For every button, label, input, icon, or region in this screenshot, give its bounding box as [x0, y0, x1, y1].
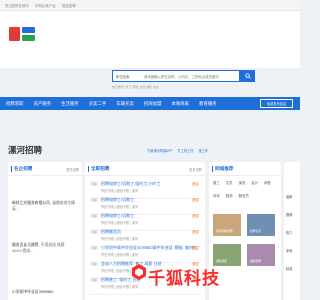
download-app-link[interactable]: 下载漯河同城APP — [147, 148, 173, 153]
tag-item[interactable]: 司机 — [213, 193, 220, 198]
page-title: 漯河招聘 — [8, 145, 43, 155]
tag-cloud: 普工 文员 保安 会计 销售 司机 厨师 服务员 — [213, 180, 277, 198]
nav-item-housing[interactable]: 房产服务 — [34, 101, 52, 107]
side-item[interactable]: 最新 — [286, 194, 292, 199]
job-salary: 面议 — [192, 230, 199, 234]
thumbnail[interactable]: 招聘信息 — [247, 214, 275, 236]
job-meta: 学历不限 | 经验不限 | 漯河 — [101, 253, 139, 257]
side-panel: 最新 推荐 热门 本地 精选 — [284, 162, 300, 300]
more-link[interactable]: 更多招聘 — [66, 167, 79, 172]
panel-title: 名企招聘 — [11, 166, 32, 172]
nav-item-vehicles[interactable]: 车辆买卖 — [116, 101, 134, 107]
job-meta: 学历不限 | 经验不限 | 漯河 — [101, 205, 139, 209]
famous-company-panel: 名企招聘 更多招聘 新扶之光服务有限公司, 诚邀各岗位精英... 服务员女马路等… — [8, 162, 82, 300]
header — [0, 11, 300, 68]
watermark-logo-icon — [132, 264, 146, 280]
search-icon — [244, 73, 251, 79]
top-link-3[interactable]: 推送招聘 — [62, 3, 76, 8]
item-name: 新扶之光服务有限公司, — [12, 201, 52, 205]
list-item[interactable]: 小学初中毕业证3099560 — [12, 289, 78, 295]
thumbnail-caption: 漯河同城招聘 — [216, 229, 233, 233]
job-meta: 学历不限 | 经验不限 | 漯河 — [101, 221, 139, 225]
job-badge: 全职 — [90, 261, 98, 266]
thumbnail-caption: 招聘信息 — [250, 229, 262, 233]
top-links: 您当前所在城市 不同区域/产业 推送招聘 — [5, 3, 76, 8]
thumbnail[interactable]: 求职简历 — [213, 244, 241, 266]
search-box: 职位检索 — [112, 70, 240, 82]
job-title[interactable]: 招聘电焊工/切割工 — [101, 197, 134, 203]
job-meta: 学历不限 | 经验不限 | 漯河 — [101, 285, 139, 289]
job-badge: 全职 — [90, 197, 98, 202]
job-salary: 面议 — [192, 198, 199, 202]
top-bar: 您当前所在城市 不同区域/产业 推送招聘 — [0, 0, 300, 11]
sub-bar — [0, 110, 300, 135]
list-item[interactable]: 新扶之光服务有限公司, 诚邀各岗位精英... — [12, 200, 78, 212]
job-badge: 全职 — [90, 229, 98, 234]
thumbnail-caption: 兼职招聘 — [250, 259, 262, 263]
top-link-1[interactable]: 您当前所在城市 — [5, 3, 29, 8]
nav-item-education[interactable]: 教育服务 — [199, 101, 217, 107]
job-badge: 全职 — [90, 277, 98, 282]
search-type-select[interactable]: 职位检索 — [116, 74, 130, 79]
job-title[interactable]: 招聘电焊工/切割工 — [101, 213, 134, 219]
job-salary: 面议 — [192, 214, 199, 218]
tag-item[interactable]: 销售 — [264, 180, 271, 185]
search-button[interactable] — [240, 70, 255, 82]
job-badge: 全职 — [90, 181, 98, 186]
side-item[interactable]: 精选 — [286, 266, 292, 271]
job-badge: 全职 — [90, 213, 98, 218]
nav-item-merchants[interactable]: 本地商家 — [171, 101, 189, 107]
list-item[interactable]: 服务员女马路等, 不用加班,底薪4000+提成... — [12, 242, 78, 254]
watermark-text: 千狐科技 — [148, 269, 220, 288]
tag-item[interactable]: 会计 — [251, 180, 258, 185]
thumbnail-caption: 求职简历 — [216, 259, 228, 263]
nav-item-life[interactable]: 生活服务 — [61, 101, 79, 107]
logo-icon — [9, 27, 35, 41]
tag-item[interactable]: 服务员 — [239, 193, 249, 198]
job-title[interactable]: 招聘电焊工/切割工,临时工/小时工 — [101, 181, 160, 187]
job-search-link[interactable]: 找工作 — [198, 148, 208, 153]
side-item[interactable]: 推荐 — [286, 212, 292, 217]
tag-item[interactable]: 普工 — [213, 180, 220, 185]
nav-item-jobs[interactable]: 招聘求职 — [6, 101, 24, 107]
hot-search-words[interactable]: 热门搜索: 普工 司机 文员 销售 会计 — [112, 85, 159, 89]
side-item[interactable]: 热门 — [286, 230, 292, 235]
nav-item-franchise[interactable]: 招商加盟 — [144, 101, 162, 107]
tag-item[interactable]: 厨师 — [226, 193, 233, 198]
panel-title: 同城推荐 — [212, 166, 233, 172]
item-name: 服务员女马路等, — [12, 243, 40, 247]
job-salary: 面议 — [192, 182, 199, 186]
city-sub-links: 下载漯河同城APP 打工找工作 找工作 — [147, 148, 208, 153]
find-work-link[interactable]: 打工找工作 — [178, 148, 194, 153]
nav-item-secondhand[interactable]: 买卖二手 — [89, 101, 107, 107]
post-info-button[interactable]: 免费发布信息 — [260, 99, 293, 108]
thumbnail[interactable]: 兼职招聘 — [247, 244, 275, 266]
site-logo[interactable] — [8, 25, 36, 43]
job-badge: 全职 — [90, 245, 98, 250]
top-link-2[interactable]: 不同区域/产业 — [35, 3, 56, 8]
job-meta: 学历不限 | 经验不限 | 漯河 — [101, 237, 139, 241]
tag-item[interactable]: 文员 — [226, 180, 233, 185]
job-title[interactable]: 招聘搬货员 — [101, 229, 121, 235]
side-item[interactable]: 本地 — [286, 248, 292, 253]
thumbnail[interactable]: 漯河同城招聘 — [213, 214, 241, 236]
search-input[interactable] — [144, 72, 238, 81]
main-nav: 招聘求职 房产服务 生活服务 买卖二手 车辆买卖 招商加盟 本地商家 教育服务 … — [0, 97, 300, 110]
job-salary: 面议 — [192, 246, 199, 250]
job-title[interactable]: 小学初中高中毕业证3099560高中毕业证, 模板, 临时工 — [101, 245, 197, 251]
panel-title: 全职招聘 — [88, 166, 109, 172]
tag-item[interactable]: 保安 — [239, 180, 246, 185]
item-name: 小学初中毕业证3099560 — [12, 290, 54, 294]
job-meta: 学历不限 | 经验不限 | 漯河 — [101, 189, 139, 193]
more-link[interactable]: 更多招聘 — [189, 167, 202, 172]
